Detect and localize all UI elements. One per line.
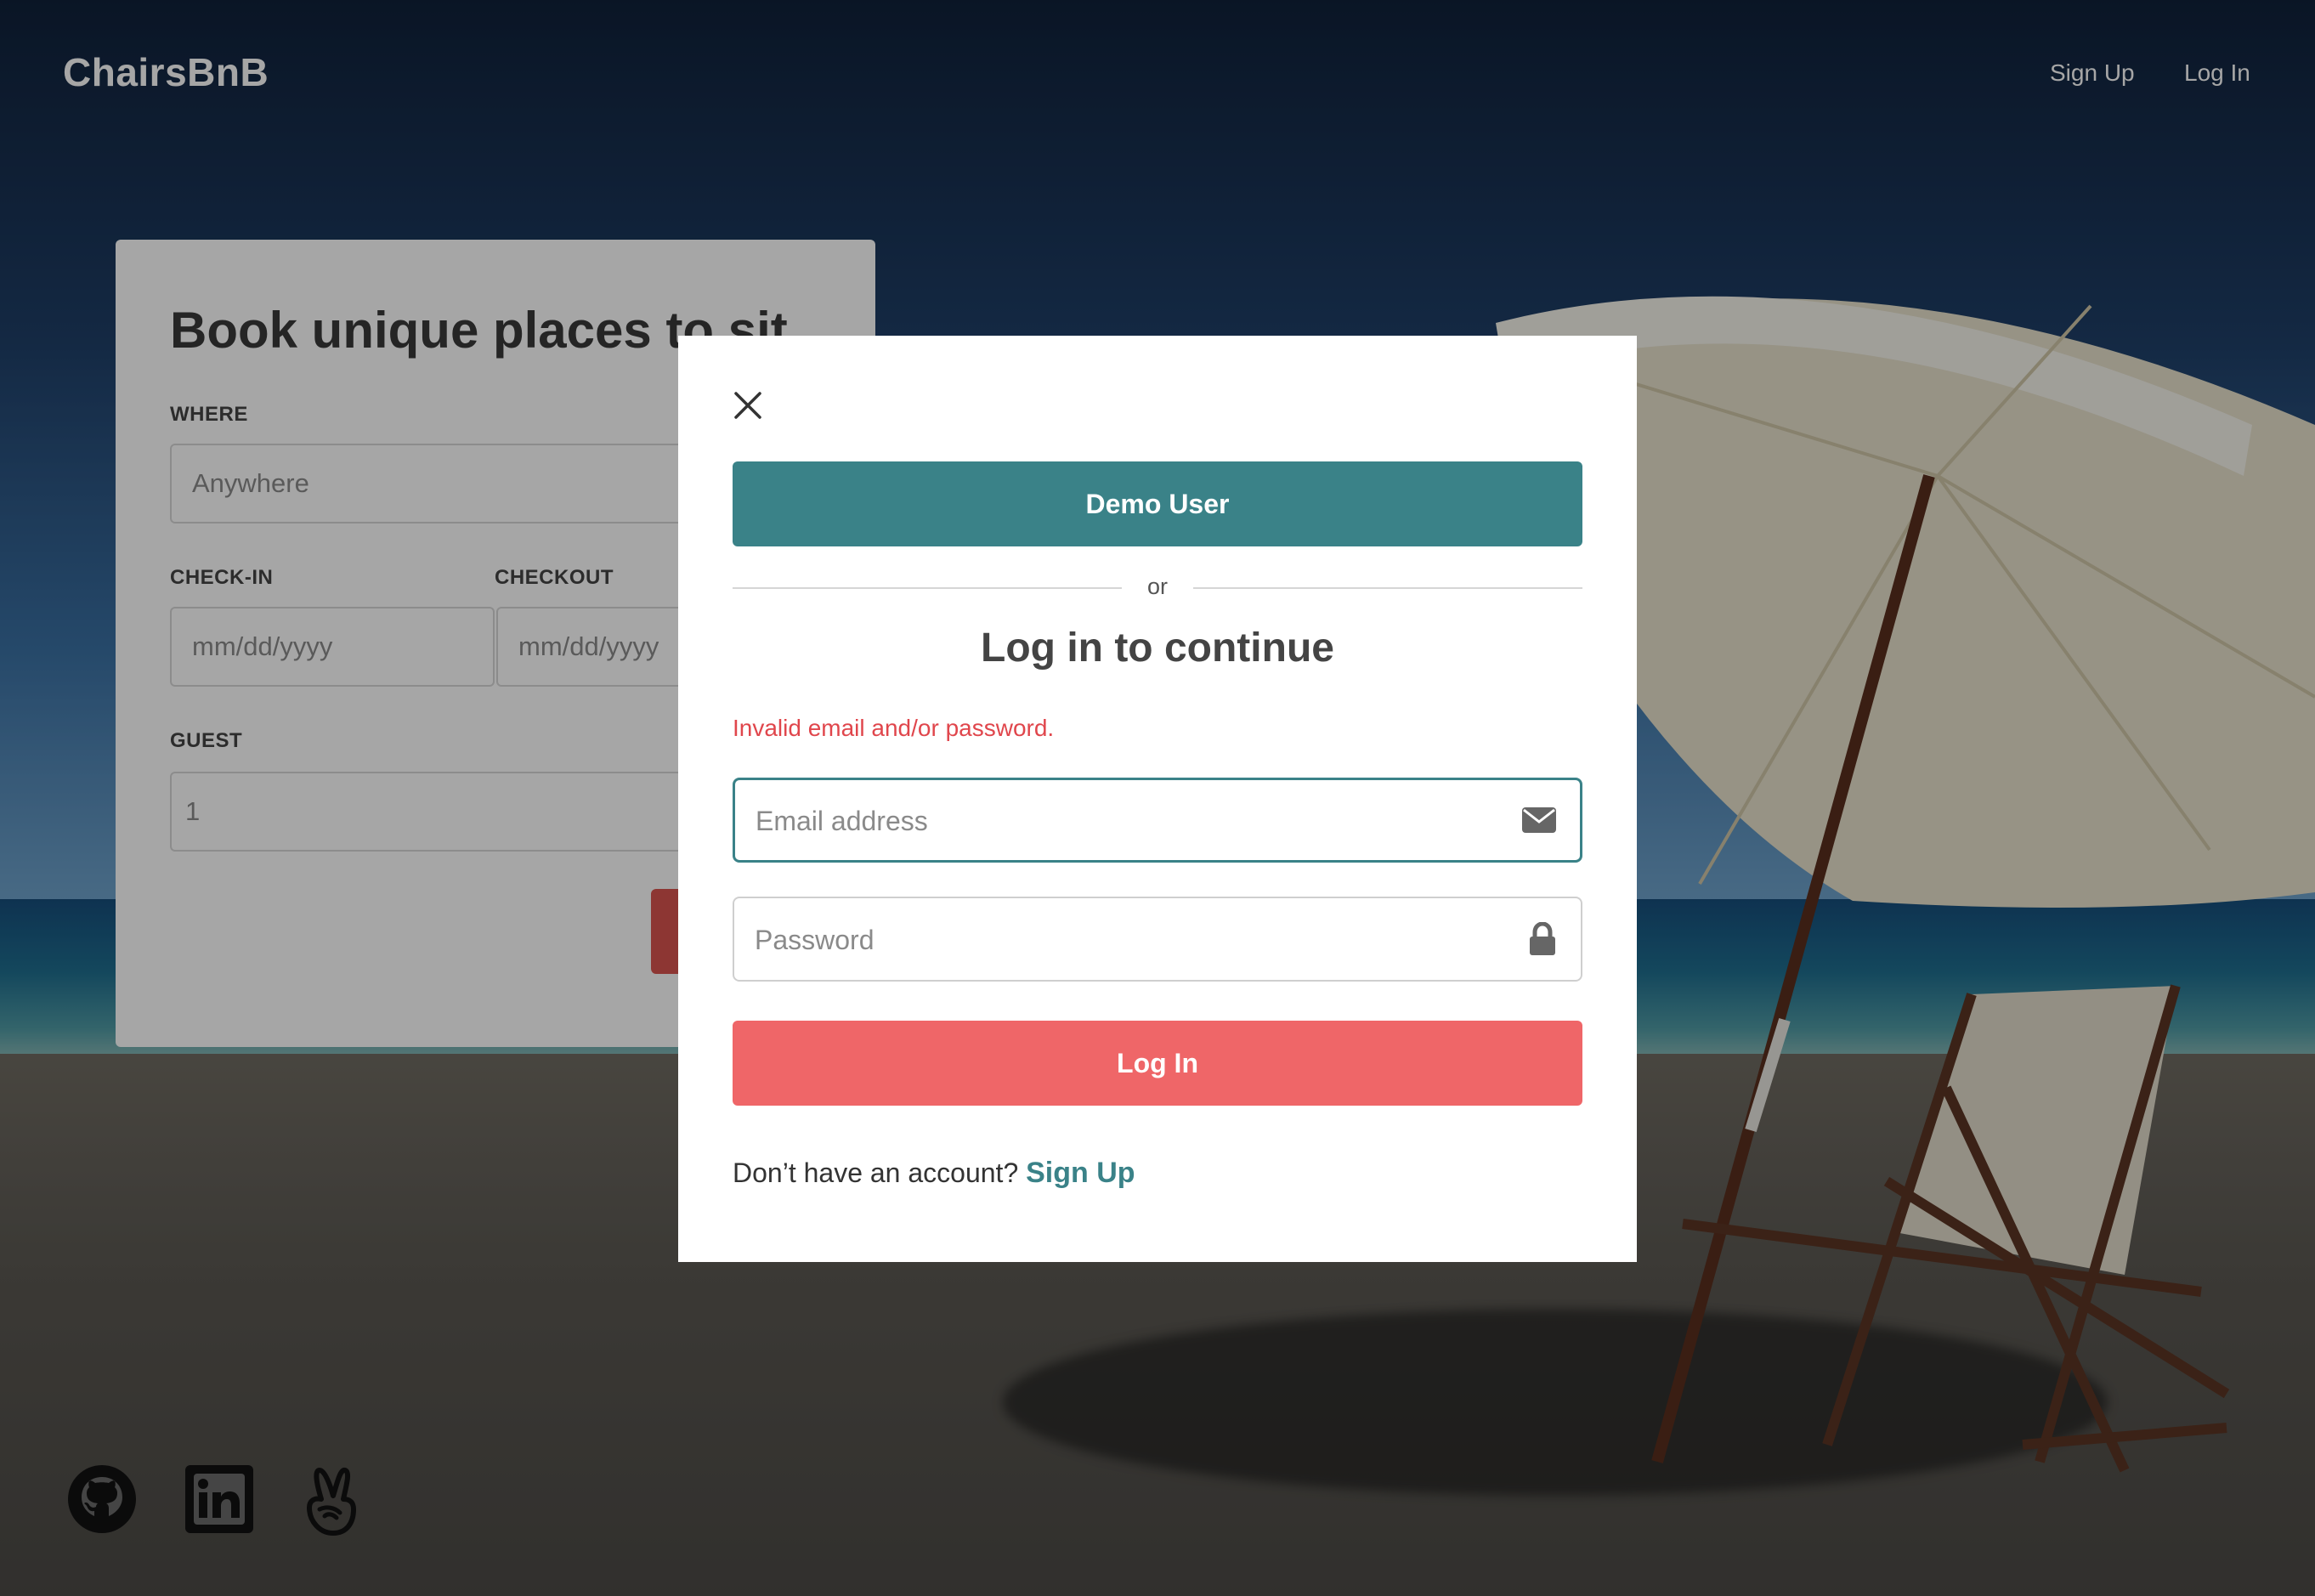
divider-line-right xyxy=(1193,587,1582,589)
signup-prompt: Don’t have an account? Sign Up xyxy=(733,1157,1135,1190)
password-input[interactable] xyxy=(753,898,1487,982)
email-field[interactable] xyxy=(733,778,1582,863)
modal-title: Log in to continue xyxy=(981,625,1334,671)
error-message: Invalid email and/or password. xyxy=(733,715,1055,741)
demo-user-button[interactable]: Demo User xyxy=(733,461,1582,546)
divider-line-left xyxy=(733,587,1122,589)
email-input[interactable] xyxy=(754,780,1488,862)
password-field[interactable] xyxy=(733,897,1582,982)
signup-link[interactable]: Sign Up xyxy=(1026,1157,1135,1189)
close-icon[interactable] xyxy=(729,387,767,424)
no-account-text: Don’t have an account? xyxy=(733,1157,1019,1188)
login-modal: Demo User or Log in to continue Invalid … xyxy=(678,336,1637,1262)
envelope-icon xyxy=(1522,807,1556,833)
lock-icon xyxy=(1530,922,1555,955)
divider-or: or xyxy=(1146,574,1168,599)
login-button[interactable]: Log In xyxy=(733,1021,1582,1106)
